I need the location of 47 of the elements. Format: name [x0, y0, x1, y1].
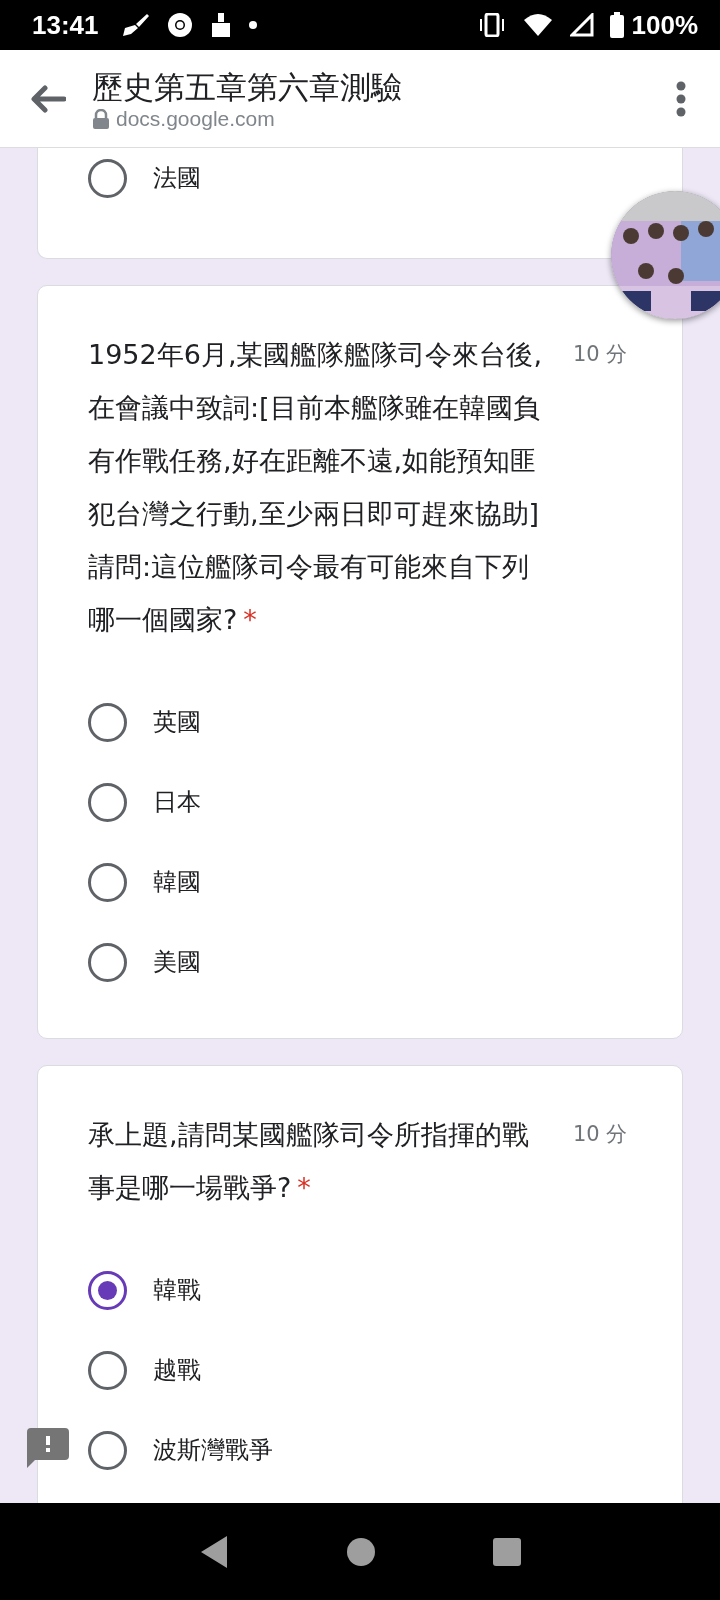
- radio-option[interactable]: 越戰: [88, 1330, 646, 1410]
- radio-option[interactable]: 韓戰: [88, 1250, 646, 1330]
- signal-icon: [569, 13, 594, 37]
- radio-button[interactable]: [88, 1270, 127, 1310]
- page-title: 歷史第五章第六章測驗: [92, 67, 403, 107]
- battery-percent: 100%: [631, 9, 698, 41]
- radio-button[interactable]: [88, 158, 127, 198]
- back-arrow-icon[interactable]: [30, 84, 66, 113]
- option-label: 韓戰: [153, 1275, 201, 1306]
- clock: 13:41: [32, 9, 99, 41]
- option-label: 越戰: [153, 1355, 201, 1386]
- points-label: 10 分: [573, 341, 628, 368]
- radio-button[interactable]: [88, 702, 127, 742]
- radio-option[interactable]: 波斯灣戰爭: [88, 1410, 646, 1490]
- option-label: 美國: [153, 947, 201, 978]
- radio-option[interactable]: 韓國: [88, 842, 646, 922]
- question-text: 承上題,請問某國艦隊司令所指揮的戰事是哪一場戰爭? *: [88, 1118, 530, 1205]
- radio-button[interactable]: [88, 942, 127, 982]
- radio-button[interactable]: [88, 782, 127, 822]
- radio-option[interactable]: 法國: [88, 148, 646, 208]
- wifi-icon: [521, 12, 554, 38]
- radio-button[interactable]: [88, 1350, 127, 1390]
- recents-icon[interactable]: [493, 1537, 521, 1566]
- back-icon[interactable]: [199, 1534, 229, 1569]
- radio-option[interactable]: 美國: [88, 922, 646, 1002]
- radio-button[interactable]: [88, 862, 127, 902]
- lock-icon: [92, 108, 110, 129]
- feedback-icon[interactable]: [27, 1428, 69, 1468]
- option-label: 英國: [153, 707, 201, 738]
- option-label: 波斯灣戰爭: [153, 1435, 273, 1466]
- vibrate-icon: [477, 13, 506, 37]
- question-text: 1952年6月,某國艦隊艦隊司令來台後,在會議中致詞:[目前本艦隊雖在韓國負有作戰任務,好在距離不遠,如能預知匪犯台灣之行動,至少兩日即可趕來協助]請問:這位艦隊司令最有可能來自下列哪一個國家? *: [88, 338, 544, 637]
- option-label: 日本: [153, 787, 201, 818]
- home-icon[interactable]: [347, 1537, 375, 1566]
- option-label: 韓國: [153, 867, 201, 898]
- page-url: docs.google.com: [116, 106, 275, 131]
- broom-icon: [120, 12, 151, 38]
- option-label: 法國: [153, 163, 201, 194]
- dot-icon: [248, 21, 257, 29]
- battery-icon: [609, 12, 624, 38]
- more-menu-icon[interactable]: [676, 80, 686, 117]
- radio-option[interactable]: 英國: [88, 682, 646, 762]
- points-label: 10 分: [573, 1121, 628, 1148]
- radio-option[interactable]: 日本: [88, 762, 646, 842]
- radio-button[interactable]: [88, 1430, 127, 1470]
- required-mark: *: [243, 604, 257, 635]
- required-mark: *: [297, 1172, 311, 1203]
